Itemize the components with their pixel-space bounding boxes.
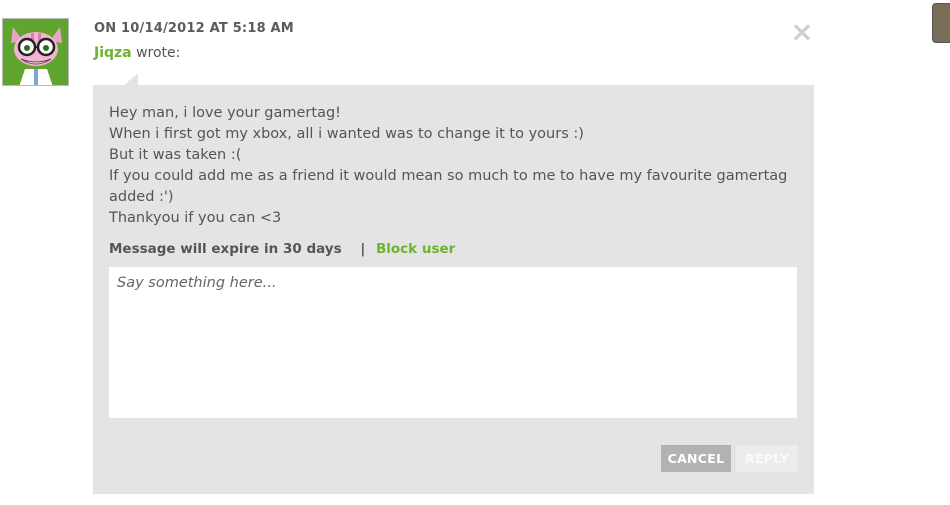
message-timestamp: ON 10/14/2012 AT 5:18 AM — [94, 21, 294, 36]
message-author-line: Jiqza wrote: — [94, 45, 180, 61]
avatar[interactable] — [2, 18, 69, 86]
message-body: Hey man, i love your gamertag! When i fi… — [109, 103, 799, 229]
message-line: Thankyou if you can <3 — [109, 210, 282, 226]
message-bubble: Hey man, i love your gamertag! When i fi… — [93, 85, 814, 494]
message-line: If you could add me as a friend it would… — [109, 168, 788, 205]
message-line: But it was taken :( — [109, 147, 242, 163]
bubble-pointer — [124, 73, 138, 85]
block-user-link[interactable]: Block user — [376, 241, 455, 257]
cat-avatar-icon — [3, 19, 68, 85]
message-line: When i first got my xbox, all i wanted w… — [109, 126, 584, 142]
close-icon[interactable]: × — [790, 18, 814, 46]
corner-thumbnail-icon[interactable] — [932, 3, 950, 43]
expire-row: Message will expire in 30 days | Block u… — [109, 241, 455, 257]
message-line: Hey man, i love your gamertag! — [109, 105, 341, 121]
separator: | — [360, 241, 366, 257]
reply-input[interactable] — [109, 267, 797, 418]
author-link[interactable]: Jiqza — [94, 45, 132, 61]
wrote-label: wrote: — [136, 45, 181, 61]
expire-text: Message will expire in 30 days — [109, 241, 342, 257]
reply-button[interactable]: REPLY — [736, 445, 798, 472]
cancel-button[interactable]: CANCEL — [661, 445, 731, 472]
